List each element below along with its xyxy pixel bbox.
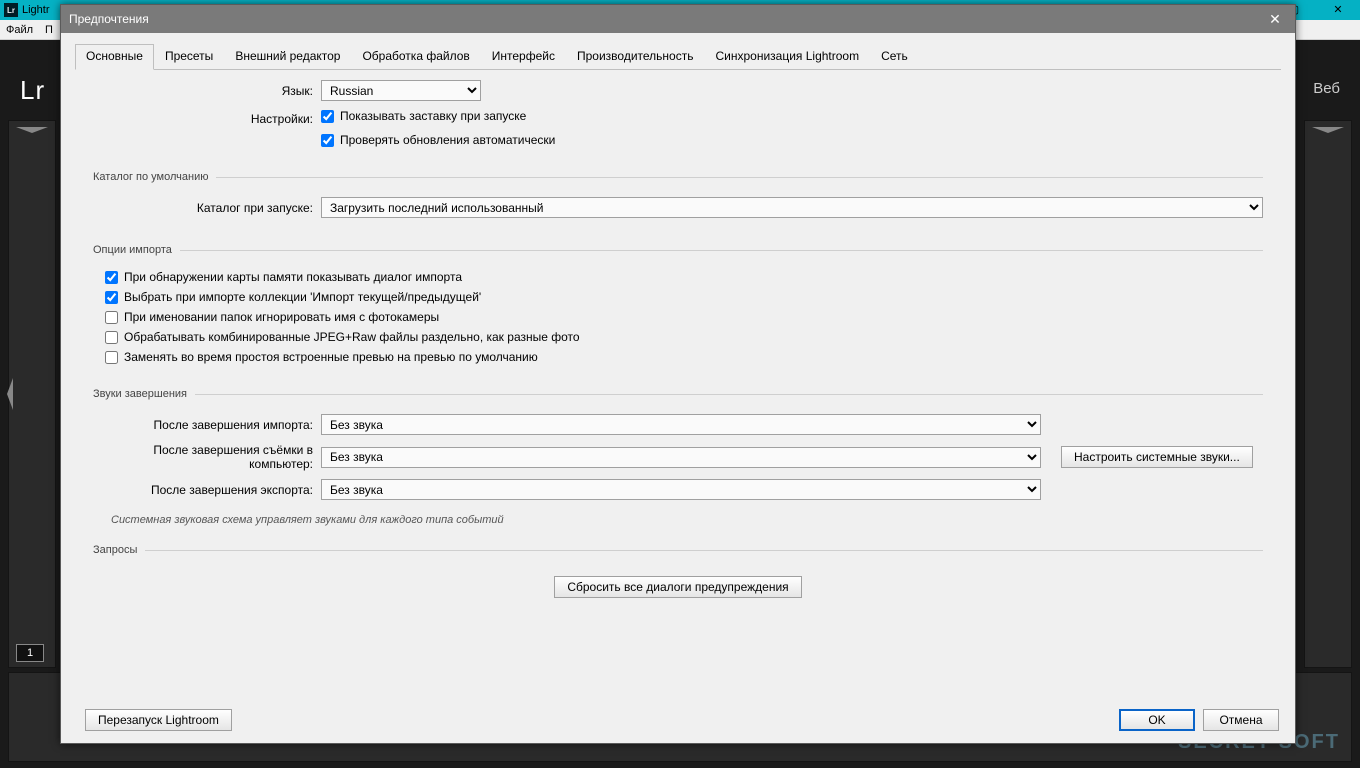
group-default-catalog-legend: Каталог по умолчанию bbox=[93, 171, 216, 183]
language-label: Язык: bbox=[93, 84, 321, 98]
checkbox-import-collection[interactable]: Выбрать при импорте коллекции 'Импорт те… bbox=[105, 290, 1263, 304]
after-export-label: После завершения экспорта: bbox=[93, 483, 321, 497]
group-sounds-legend: Звуки завершения bbox=[93, 388, 195, 400]
catalog-on-start-label: Каталог при запуске: bbox=[93, 201, 321, 215]
tab-sync[interactable]: Синхронизация Lightroom bbox=[704, 44, 870, 70]
checkbox-auto-updates-input[interactable] bbox=[321, 134, 334, 147]
checkbox-import-ignore-camera-label: При именовании папок игнорировать имя с … bbox=[124, 310, 439, 324]
after-import-label: После завершения импорта: bbox=[93, 418, 321, 432]
checkbox-import-jpeg-raw-label: Обрабатывать комбинированные JPEG+Raw фа… bbox=[124, 330, 580, 344]
tab-interface[interactable]: Интерфейс bbox=[481, 44, 566, 70]
checkbox-import-detect-label: При обнаружении карты памяти показывать … bbox=[124, 270, 462, 284]
dialog-footer: Перезапуск Lightroom OK Отмена bbox=[77, 709, 1279, 731]
reset-warnings-button[interactable]: Сбросить все диалоги предупреждения bbox=[554, 576, 801, 598]
after-tether-select[interactable]: Без звука bbox=[321, 447, 1041, 468]
panel-collapse-icon[interactable] bbox=[1312, 127, 1344, 133]
tab-performance[interactable]: Производительность bbox=[566, 44, 704, 70]
checkbox-show-splash[interactable]: Показывать заставку при запуске bbox=[321, 109, 526, 123]
group-prompts: Запросы Сбросить все диалоги предупрежде… bbox=[93, 544, 1263, 608]
language-select[interactable]: Russian bbox=[321, 80, 481, 101]
group-completion-sounds: Звуки завершения После завершения импорт… bbox=[93, 388, 1263, 526]
tab-presets[interactable]: Пресеты bbox=[154, 44, 224, 70]
checkbox-import-jpeg-raw-input[interactable] bbox=[105, 331, 118, 344]
restart-lightroom-button[interactable]: Перезапуск Lightroom bbox=[85, 709, 232, 731]
dialog-close-button[interactable]: ✕ bbox=[1263, 11, 1287, 28]
after-export-select[interactable]: Без звука bbox=[321, 479, 1041, 500]
checkbox-show-splash-label: Показывать заставку при запуске bbox=[340, 109, 526, 123]
checkbox-import-detect-input[interactable] bbox=[105, 271, 118, 284]
tab-general[interactable]: Основные bbox=[75, 44, 154, 70]
dialog-titlebar: Предпочтения ✕ bbox=[61, 5, 1295, 33]
checkbox-show-splash-input[interactable] bbox=[321, 110, 334, 123]
window-close-button[interactable]: ✕ bbox=[1316, 0, 1360, 20]
dialog-title: Предпочтения bbox=[69, 12, 149, 26]
catalog-on-start-select[interactable]: Загрузить последний использованный bbox=[321, 197, 1263, 218]
tab-external-editor[interactable]: Внешний редактор bbox=[224, 44, 351, 70]
module-nav-web[interactable]: Веб bbox=[1313, 80, 1340, 97]
preferences-dialog: Предпочтения ✕ Основные Пресеты Внешний … bbox=[60, 4, 1296, 744]
checkbox-import-collection-input[interactable] bbox=[105, 291, 118, 304]
panel-collapse-icon[interactable] bbox=[7, 378, 13, 410]
checkbox-import-detect[interactable]: При обнаружении карты памяти показывать … bbox=[105, 270, 1263, 284]
checkbox-import-replace-preview-label: Заменять во время простоя встроенные пре… bbox=[124, 350, 538, 364]
checkbox-import-replace-preview[interactable]: Заменять во время простоя встроенные пре… bbox=[105, 350, 1263, 364]
checkbox-import-ignore-camera[interactable]: При именовании папок игнорировать имя с … bbox=[105, 310, 1263, 324]
settings-label: Настройки: bbox=[93, 112, 321, 126]
group-import-legend: Опции импорта bbox=[93, 244, 180, 256]
checkbox-import-jpeg-raw[interactable]: Обрабатывать комбинированные JPEG+Raw фа… bbox=[105, 330, 1263, 344]
group-prompts-legend: Запросы bbox=[93, 544, 145, 556]
system-sounds-button[interactable]: Настроить системные звуки... bbox=[1061, 446, 1253, 468]
preferences-tabs: Основные Пресеты Внешний редактор Обрабо… bbox=[75, 43, 1281, 70]
menu-p[interactable]: П bbox=[45, 24, 53, 36]
checkbox-auto-updates[interactable]: Проверять обновления автоматически bbox=[321, 133, 555, 147]
tab-network[interactable]: Сеть bbox=[870, 44, 919, 70]
checkbox-import-replace-preview-input[interactable] bbox=[105, 351, 118, 364]
after-import-select[interactable]: Без звука bbox=[321, 414, 1041, 435]
app-title: Lightr bbox=[22, 4, 50, 16]
left-panel bbox=[8, 120, 56, 668]
checkbox-import-ignore-camera-input[interactable] bbox=[105, 311, 118, 324]
sounds-hint: Системная звуковая схема управляет звука… bbox=[93, 508, 1263, 526]
group-import-options: Опции импорта При обнаружении карты памя… bbox=[93, 244, 1263, 370]
ok-button[interactable]: OK bbox=[1119, 709, 1195, 731]
checkbox-auto-updates-label: Проверять обновления автоматически bbox=[340, 133, 555, 147]
group-default-catalog: Каталог по умолчанию Каталог при запуске… bbox=[93, 171, 1263, 226]
right-panel bbox=[1304, 120, 1352, 668]
cancel-button[interactable]: Отмена bbox=[1203, 709, 1279, 731]
app-logo: Lr bbox=[20, 75, 45, 106]
panel-collapse-icon[interactable] bbox=[16, 127, 48, 133]
menu-file[interactable]: Файл bbox=[6, 24, 33, 36]
checkbox-import-collection-label: Выбрать при импорте коллекции 'Импорт те… bbox=[124, 290, 481, 304]
page-indicator: 1 bbox=[16, 644, 44, 662]
app-icon: Lr bbox=[4, 3, 18, 17]
after-tether-label: После завершения съёмки в компьютер: bbox=[93, 443, 321, 471]
tab-file-handling[interactable]: Обработка файлов bbox=[351, 44, 480, 70]
